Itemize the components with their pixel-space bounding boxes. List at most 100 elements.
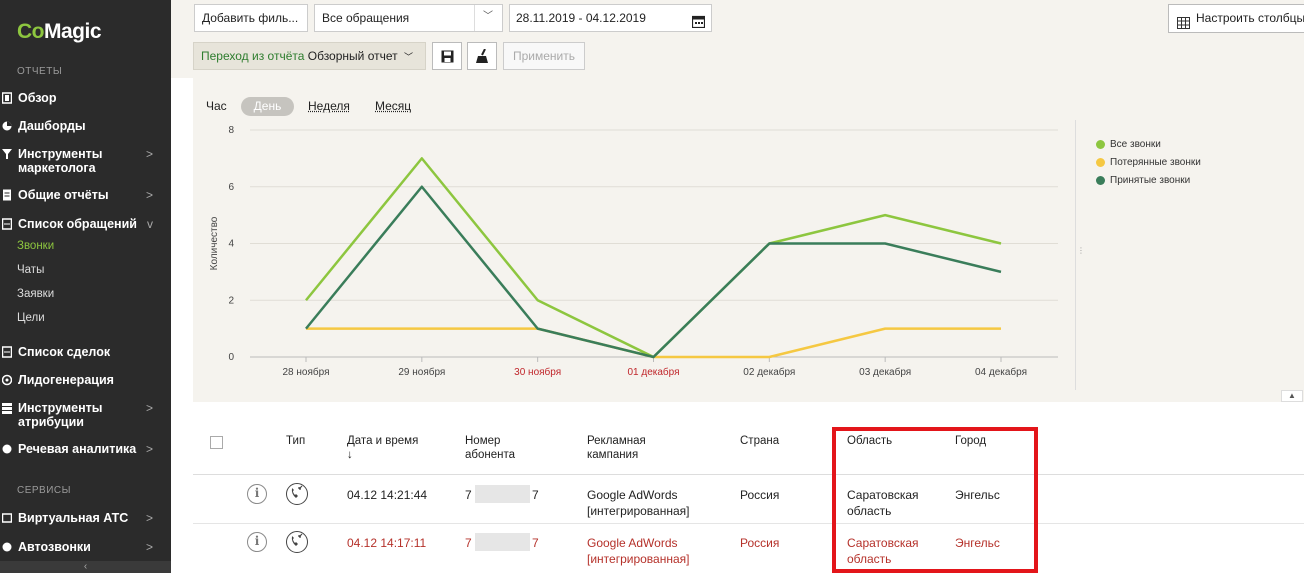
- legend-label: Принятые звонки: [1110, 175, 1191, 186]
- attribution-icon: [2, 402, 12, 414]
- add-filter-button[interactable]: Добавить филь...: [194, 4, 308, 32]
- sidebar-item-attribution-tools[interactable]: Инструменты атрибуции >: [0, 401, 171, 429]
- app-logo[interactable]: CoMagic: [17, 20, 102, 44]
- save-report-button[interactable]: [432, 42, 462, 70]
- x-tick-label: 03 декабря: [859, 366, 911, 378]
- section-title-services: СЕРВИСЫ: [17, 485, 71, 496]
- sidebar-item-autocalls[interactable]: Автозвонки >: [0, 540, 171, 554]
- chevron-down-icon: ﹀: [403, 52, 413, 62]
- overview-icon: [1, 92, 13, 104]
- number-redaction: [475, 485, 530, 503]
- column-header-number[interactable]: Номер абонента: [465, 434, 515, 462]
- subscriber-number-end: 7: [532, 488, 539, 502]
- legend-dot-icon: [1096, 158, 1105, 167]
- subscriber-number-start: 7: [465, 488, 472, 502]
- incoming-call-icon: [286, 483, 308, 505]
- legend-dot-icon: [1096, 140, 1105, 149]
- column-header-country[interactable]: Страна: [740, 434, 779, 448]
- y-tick-label: 8: [228, 125, 234, 136]
- x-tick-label: 01 декабря: [627, 366, 679, 378]
- speech-icon: [2, 443, 12, 455]
- chevron-down-icon: v: [147, 217, 153, 231]
- sidebar-subitem-applications[interactable]: Заявки: [17, 288, 54, 300]
- subscriber-number-end: 7: [532, 536, 539, 550]
- chevron-down-icon: ﹀: [483, 11, 493, 22]
- sidebar-collapse-button[interactable]: ‹: [0, 561, 171, 573]
- column-header-type[interactable]: Тип: [286, 434, 305, 448]
- save-icon: [441, 50, 454, 66]
- requests-select[interactable]: Все обращения ﹀: [314, 4, 503, 32]
- table-header-divider: [193, 474, 1304, 475]
- configure-columns-button[interactable]: Настроить столбцы: [1168, 4, 1304, 33]
- autocall-icon: [2, 541, 12, 553]
- campaign-cell: Google AdWords [интегрированная]: [587, 536, 690, 566]
- sidebar-item-speech-analytics[interactable]: Речевая аналитика >: [0, 442, 171, 456]
- calls-line-chart: 0 2 4 6 8 Количество 28 ноября 29 ноября 30 нояб…: [209, 125, 1058, 378]
- chevron-right-icon: >: [145, 511, 153, 525]
- sidebar: CoMagic ОТЧЕТЫ Обзор Дашборды Инструмент…: [0, 0, 171, 573]
- sidebar-subitem-chats[interactable]: Чаты: [17, 264, 44, 276]
- select-all-checkbox[interactable]: [210, 436, 223, 449]
- x-tick-label: 30 ноября: [514, 366, 561, 378]
- legend-item[interactable]: Все звонки: [1096, 139, 1161, 150]
- country-cell: Россия: [740, 488, 780, 502]
- x-tick-label: 04 декабря: [975, 366, 1027, 378]
- list-icon: [1, 218, 13, 230]
- legend-item[interactable]: Потерянные звонки: [1096, 157, 1201, 168]
- incoming-call-icon: [286, 531, 308, 553]
- apply-button[interactable]: Применить: [503, 42, 585, 70]
- chevron-right-icon: >: [145, 540, 153, 554]
- x-tick-label: 02 декабря: [743, 366, 795, 378]
- sidebar-item-leadgen[interactable]: Лидогенерация: [0, 373, 171, 387]
- sidebar-item-overview[interactable]: Обзор: [0, 91, 171, 105]
- funnel-icon: [2, 148, 12, 160]
- x-tick-label: 28 ноября: [283, 366, 330, 378]
- sidebar-item-requests-list[interactable]: Список обращений v: [0, 217, 171, 231]
- section-title-reports: ОТЧЕТЫ: [17, 66, 63, 77]
- sidebar-subitem-goals[interactable]: Цели: [17, 312, 45, 324]
- chevron-right-icon: >: [145, 188, 153, 202]
- chevron-right-icon: >: [145, 401, 153, 415]
- leadgen-icon: [1, 374, 13, 386]
- sidebar-subitem-calls[interactable]: Звонки: [17, 240, 54, 252]
- call-datetime: 04.12 14:17:11: [347, 536, 427, 550]
- sidebar-item-dashboards[interactable]: Дашборды: [0, 119, 171, 133]
- sidebar-item-deals-list[interactable]: Список сделок: [0, 345, 171, 359]
- legend-item[interactable]: Принятые звонки: [1096, 175, 1190, 186]
- y-tick-label: 0: [228, 352, 234, 363]
- collapse-chart-button[interactable]: ▲: [1281, 390, 1303, 402]
- sidebar-item-general-reports[interactable]: Общие отчёты >: [0, 188, 171, 202]
- grid-icon: [1177, 12, 1190, 39]
- pie-chart-icon: [2, 120, 12, 132]
- clear-filters-button[interactable]: [467, 42, 497, 70]
- y-tick-label: 4: [228, 239, 234, 250]
- source-report-selector[interactable]: Переход из отчёта Обзорный отчет ﹀: [193, 42, 426, 70]
- sort-down-icon: ↓: [347, 449, 353, 461]
- document-icon: [2, 189, 12, 201]
- info-icon[interactable]: i: [247, 484, 267, 504]
- legend-dot-icon: [1096, 176, 1105, 185]
- series-line-0: [305, 157, 1002, 359]
- call-datetime: 04.12 14:21:44: [347, 488, 428, 502]
- broom-icon: [475, 48, 489, 66]
- chevron-right-icon: >: [145, 442, 153, 456]
- list-icon: [1, 346, 13, 358]
- column-header-datetime[interactable]: Дата и время ↓: [347, 434, 418, 462]
- country-cell: Россия: [740, 536, 780, 550]
- sidebar-item-marketing-tools[interactable]: Инструменты маркетолога >: [0, 147, 171, 175]
- calendar-icon: [691, 11, 706, 37]
- y-tick-label: 2: [228, 295, 234, 306]
- legend-label: Потерянные звонки: [1110, 157, 1201, 168]
- campaign-cell: Google AdWords [интегрированная]: [587, 488, 690, 518]
- y-axis-label: Количество: [209, 216, 220, 270]
- column-header-campaign[interactable]: Рекламная кампания: [587, 434, 646, 462]
- pbx-icon: [1, 512, 13, 524]
- sidebar-item-virtual-pbx[interactable]: Виртуальная АТС >: [0, 511, 171, 525]
- series-line-2: [305, 185, 1002, 359]
- resize-handle[interactable]: ⋮: [1077, 247, 1085, 255]
- date-range-picker[interactable]: 28.11.2019 - 04.12.2019: [509, 4, 712, 32]
- series-line-1: [306, 327, 1001, 359]
- info-icon[interactable]: i: [247, 532, 267, 552]
- legend-divider: [1075, 120, 1076, 390]
- subscriber-number-start: 7: [465, 536, 472, 550]
